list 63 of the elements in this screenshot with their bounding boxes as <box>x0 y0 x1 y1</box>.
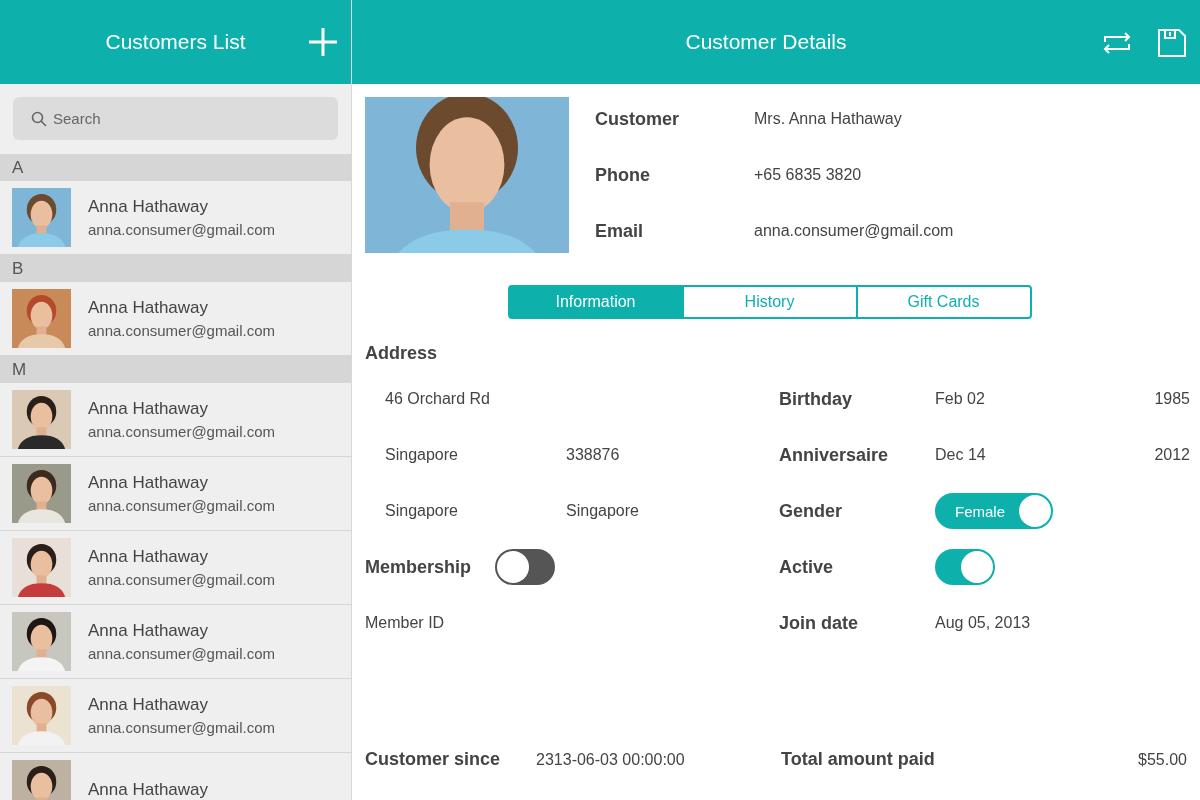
field-value: 2313-06-03 00:00:00 <box>536 750 685 769</box>
field-label: Email <box>595 219 645 243</box>
field-label: Gender <box>779 500 844 522</box>
customer-row[interactable]: Anna Hathaway anna.consumer@gmail.com <box>0 282 351 356</box>
field-label: Membership <box>365 556 472 578</box>
customer-name: Anna Hathaway <box>88 197 210 217</box>
field-label: Customer <box>595 107 680 131</box>
save-icon[interactable] <box>1157 28 1187 58</box>
customer-name: Anna Hathaway <box>88 547 210 567</box>
field-label: Join date <box>779 612 859 634</box>
customer-name: Anna Hathaway <box>88 621 210 641</box>
customer-email: anna.consumer@gmail.com <box>88 322 275 339</box>
address-text: Singapore <box>566 502 640 520</box>
customer-row[interactable]: Anna Hathaway anna.consumer@gmail.com <box>0 181 351 255</box>
field-label: Active <box>779 556 835 578</box>
field-value: Feb 02 <box>935 390 986 408</box>
section-heading: Address <box>365 343 439 365</box>
section-header: M <box>0 356 351 383</box>
customer-name: Anna Hathaway <box>88 695 210 715</box>
search-field[interactable]: Search <box>13 97 338 140</box>
field-label: Phone <box>595 163 651 187</box>
customer-email: anna.consumer@gmail.com <box>88 423 275 440</box>
field-value: Mrs. Anna Hathaway <box>754 109 903 129</box>
customer-name: Anna Hathaway <box>88 779 209 800</box>
customer-row[interactable]: Anna Hathaway <box>0 753 351 800</box>
customer-row[interactable]: Anna Hathaway anna.consumer@gmail.com <box>0 531 351 605</box>
field-value: +65 6835 3820 <box>754 165 863 185</box>
field-label: Member ID <box>365 614 445 632</box>
toggle-switch[interactable] <box>935 549 995 585</box>
customer-name: Anna Hathaway <box>88 473 210 493</box>
customer-email: anna.consumer@gmail.com <box>88 221 275 238</box>
title: Customer Details <box>685 30 847 54</box>
address-text: 338876 <box>566 446 621 464</box>
field-value: 1985 <box>1153 390 1190 408</box>
customer-name: Anna Hathaway <box>88 399 210 419</box>
search-icon <box>31 110 47 127</box>
repeat-icon[interactable] <box>1101 30 1133 56</box>
address-text: Singapore <box>385 502 459 520</box>
section-header: A <box>0 154 351 181</box>
add-icon[interactable] <box>307 26 339 58</box>
field-value: Aug 05, 2013 <box>935 614 1032 632</box>
field-label: Total amount paid <box>781 749 935 770</box>
customer-name: Anna Hathaway <box>88 298 210 318</box>
field-label: Anniversaire <box>779 444 890 466</box>
section-header: B <box>0 255 351 282</box>
address-text: Singapore <box>385 446 459 464</box>
customer-email: anna.consumer@gmail.com <box>88 645 275 662</box>
field-value: $55.00 <box>1138 750 1187 769</box>
customer-row[interactable]: Anna Hathaway anna.consumer@gmail.com <box>0 605 351 679</box>
customer-email: anna.consumer@gmail.com <box>88 497 275 514</box>
field-label: Customer since <box>365 749 501 770</box>
field-value: anna.consumer@gmail.com <box>754 221 954 241</box>
title: Customers List <box>105 30 246 54</box>
customer-email: anna.consumer@gmail.com <box>88 719 275 736</box>
customer-email: anna.consumer@gmail.com <box>88 571 275 588</box>
field-value: Dec 14 <box>935 446 987 464</box>
customer-row[interactable]: Anna Hathaway anna.consumer@gmail.com <box>0 383 351 457</box>
address-text: 46 Orchard Rd <box>385 390 491 408</box>
customer-row[interactable]: Anna Hathaway anna.consumer@gmail.com <box>0 679 351 753</box>
field-value: 2012 <box>1153 446 1190 464</box>
membership-toggle[interactable] <box>495 549 556 585</box>
field-label: Birthday <box>779 388 853 410</box>
customer-row[interactable]: Anna Hathaway anna.consumer@gmail.com <box>0 457 351 531</box>
